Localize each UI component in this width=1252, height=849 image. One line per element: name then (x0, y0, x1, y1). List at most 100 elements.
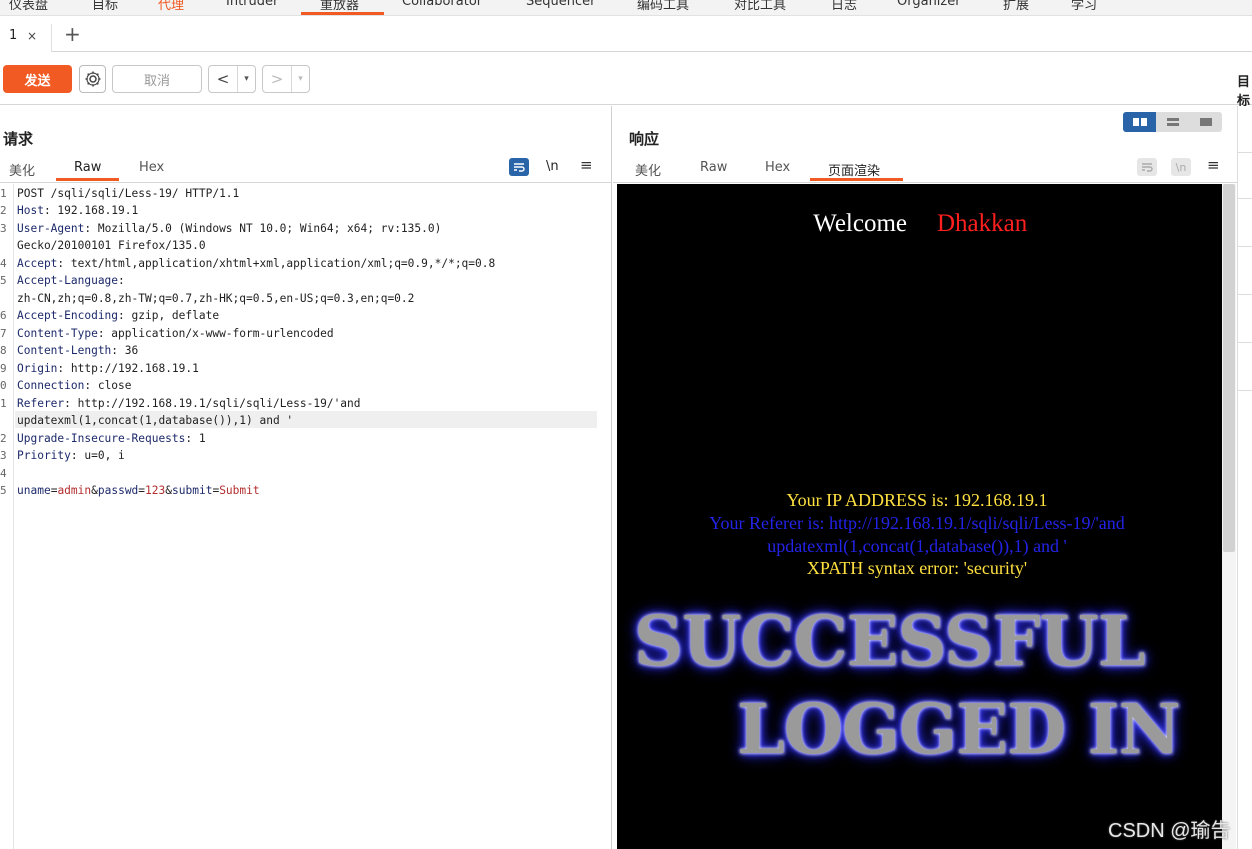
wrap-lines-icon[interactable] (509, 158, 529, 176)
request-title: 请求 (3, 130, 34, 148)
watermark: CSDN @瑜告 (1108, 820, 1231, 842)
add-tab-button[interactable]: + (64, 22, 81, 46)
header-line-continued: Gecko/20100101 Firefox/135.0 (17, 239, 206, 252)
scrollbar-thumb[interactable] (1223, 184, 1235, 552)
request-body-line: uname=admin&passwd=123&submit=Submit (17, 484, 260, 497)
header-line: Content-Length: 36 (17, 344, 139, 357)
active-subtab-indicator (56, 178, 119, 181)
request-panel: 请求 美化 Raw Hex \n ≡ 1 2 3 4 5 6 7 8 9 0 1… (0, 106, 612, 849)
line-number: 6 (0, 309, 7, 322)
header-line: Accept-Encoding: gzip, deflate (17, 309, 220, 322)
header-line: Priority: u=0, i (17, 449, 125, 462)
header-line: Origin: http://192.168.19.1 (17, 362, 199, 375)
send-button[interactable]: 发送 (3, 65, 72, 93)
tab-sequencer[interactable]: Sequencer (526, 0, 595, 9)
tab-decoder[interactable]: 编码工具 (637, 0, 689, 13)
header-line: Connection: close (17, 379, 132, 392)
menu-icon[interactable]: ≡ (580, 156, 593, 174)
line-number: 1 (0, 397, 7, 410)
repeater-toolbar: 发送 取消 < ▾ > ▾ 目标 (0, 53, 1252, 109)
single-view-icon[interactable] (1189, 112, 1222, 132)
tab-organizer[interactable]: Organizer (897, 0, 961, 9)
header-line: Accept: text/html,application/xhtml+xml,… (17, 257, 496, 270)
tab-pretty[interactable]: 美化 (635, 160, 661, 179)
line-number: 3 (0, 222, 7, 235)
header-line: Accept-Language: (17, 274, 125, 287)
tab-hex[interactable]: Hex (765, 160, 790, 175)
tab-dashboard[interactable]: 仪表盘 (9, 0, 48, 13)
repeater-tab-1[interactable]: 1 × (0, 24, 52, 57)
active-subtab-indicator (810, 178, 903, 181)
header-line: User-Agent: Mozilla/5.0 (Windows NT 10.0… (17, 222, 442, 235)
line-number: 4 (0, 257, 7, 270)
forward-button[interactable]: > (263, 66, 291, 92)
tab-raw[interactable]: Raw (700, 160, 727, 175)
chevron-down-icon[interactable]: ▾ (291, 66, 309, 92)
line-number: 5 (0, 484, 7, 497)
logged-in-banner: LOGGED IN (737, 690, 1181, 770)
line-number: 7 (0, 327, 7, 340)
close-icon[interactable]: × (27, 29, 37, 43)
stacked-view-icon[interactable] (1156, 112, 1189, 132)
wrap-lines-icon (1137, 158, 1157, 176)
cancel-button[interactable]: 取消 (112, 65, 202, 93)
tab-logger[interactable]: 日志 (831, 0, 857, 13)
newline-toggle-icon[interactable]: \n (546, 159, 559, 174)
divider (1237, 198, 1252, 199)
request-editor[interactable]: 1 2 3 4 5 6 7 8 9 0 1 2 3 4 5 POST /sqli… (0, 184, 611, 849)
repeater-tab-strip: 1 × + (0, 16, 1252, 57)
layout-toggle-group (1123, 112, 1222, 132)
tab-intruder[interactable]: Intruder (226, 0, 278, 9)
header-line: Content-Type: application/x-www-form-url… (17, 327, 334, 340)
rendered-page: Welcome Dhakkan Your IP ADDRESS is: 192.… (617, 184, 1222, 849)
tab-raw[interactable]: Raw (74, 160, 101, 175)
back-button[interactable]: < (209, 66, 237, 92)
divider (1237, 152, 1252, 153)
chevron-down-icon[interactable]: ▾ (237, 66, 255, 92)
tab-pretty[interactable]: 美化 (9, 160, 35, 179)
divider (1237, 342, 1252, 343)
repeater-tab-label: 1 (9, 28, 18, 43)
target-label[interactable]: 目标 (1237, 71, 1252, 109)
referer-text-continued: updatexml(1,concat(1,database()),1) and … (767, 536, 1067, 556)
username-text: Dhakkan (937, 210, 1028, 237)
tab-target[interactable]: 目标 (92, 0, 118, 13)
divider (1237, 246, 1252, 247)
split-view-icon[interactable] (1123, 112, 1156, 132)
line-number: 8 (0, 344, 7, 357)
header-line-continued: updatexml(1,concat(1,database()),1) and … (17, 414, 294, 427)
header-line: Upgrade-Insecure-Requests: 1 (17, 432, 206, 445)
tab-collaborator[interactable]: Collaborator (402, 0, 482, 9)
line-number: 0 (0, 379, 7, 392)
header-line: Referer: http://192.168.19.1/sqli/sqli/L… (17, 397, 361, 410)
divider (1237, 390, 1252, 391)
xpath-error-text: XPATH syntax error: 'security' (806, 558, 1028, 578)
tab-proxy[interactable]: 代理 (158, 0, 184, 13)
settings-button[interactable] (79, 65, 106, 93)
tab-extensions[interactable]: 扩展 (1003, 0, 1029, 13)
line-number: 9 (0, 362, 7, 375)
header-line-continued: zh-CN,zh;q=0.8,zh-TW;q=0.7,zh-HK;q=0.5,e… (17, 292, 415, 305)
tab-hex[interactable]: Hex (139, 160, 164, 175)
response-title: 响应 (629, 130, 660, 148)
response-view-tabs: 美化 Raw Hex 页面渲染 \n ≡ (613, 156, 1237, 182)
header-line: Host: 192.168.19.1 (17, 204, 139, 217)
tab-render[interactable]: 页面渲染 (828, 160, 880, 179)
newline-toggle-icon: \n (1171, 158, 1191, 176)
request-line: POST /sqli/sqli/Less-19/ HTTP/1.1 (17, 187, 240, 200)
response-panel: 响应 美化 Raw Hex 页面渲染 \n ≡ Welcome Dhakkan … (613, 106, 1252, 849)
request-view-tabs: 美化 Raw Hex \n ≡ (0, 156, 611, 182)
referer-text: Your Referer is: http://192.168.19.1/sql… (709, 513, 1125, 533)
ip-address-text: Your IP ADDRESS is: 192.168.19.1 (786, 490, 1048, 510)
tab-learn[interactable]: 学习 (1071, 0, 1097, 13)
gear-icon (85, 71, 100, 87)
line-number-gutter: 1 2 3 4 5 6 7 8 9 0 1 2 3 4 5 (0, 184, 14, 849)
line-number: 2 (0, 204, 7, 217)
menu-icon[interactable]: ≡ (1207, 156, 1220, 174)
inspector-gutter (1237, 106, 1252, 849)
divider (613, 182, 1237, 183)
line-number: 5 (0, 274, 7, 287)
history-forward-group: > ▾ (262, 65, 310, 93)
tab-comparer[interactable]: 对比工具 (734, 0, 786, 13)
line-number: 2 (0, 432, 7, 445)
